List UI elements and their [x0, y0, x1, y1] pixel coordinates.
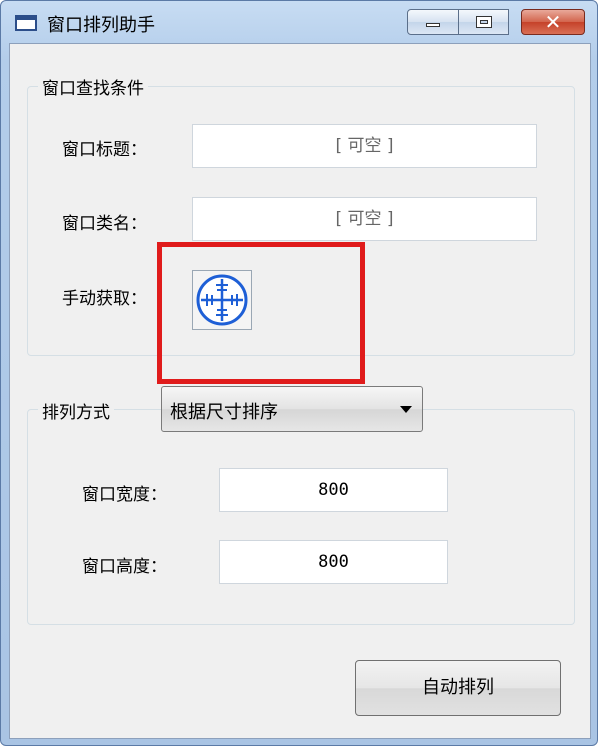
close-icon: ✕ — [544, 10, 562, 34]
arrange-group — [27, 409, 575, 625]
window-height-input[interactable]: 800 — [219, 540, 448, 584]
dropdown-arrow-icon — [400, 406, 412, 413]
window-title-input[interactable]: [ 可空 ] — [192, 124, 537, 168]
minimize-icon — [426, 23, 440, 27]
maximize-icon — [476, 16, 492, 28]
manual-pick-label: 手动获取： — [62, 289, 147, 309]
title-bar[interactable]: 窗口排列助手 ✕ — [1, 1, 599, 43]
arrange-mode-label: 排列方式 — [38, 398, 114, 423]
window-width-label: 窗口宽度： — [82, 485, 167, 505]
auto-arrange-button[interactable]: 自动排列 — [355, 660, 561, 716]
search-criteria-title: 窗口查找条件 — [38, 74, 148, 99]
app-window-icon — [15, 15, 37, 31]
window-class-label: 窗口类名： — [62, 214, 147, 234]
close-button[interactable]: ✕ — [521, 9, 585, 35]
window-title: 窗口排列助手 — [47, 15, 155, 36]
window-class-input[interactable]: [ 可空 ] — [192, 197, 537, 241]
red-highlight-box — [157, 242, 365, 384]
window-width-input[interactable]: 800 — [219, 468, 448, 512]
window-title-label: 窗口标题： — [62, 140, 147, 160]
arrange-mode-value: 根据尺寸排序 — [170, 402, 278, 423]
maximize-button[interactable] — [459, 9, 509, 35]
minimize-button[interactable] — [407, 9, 459, 35]
window-height-label: 窗口高度： — [82, 557, 167, 577]
app-window: 窗口排列助手 ✕ 窗口查找条件 窗口标题： [ 可空 ] 窗口类名： [ 可空 … — [0, 0, 598, 746]
window-client-area: 窗口查找条件 窗口标题： [ 可空 ] 窗口类名： [ 可空 ] 手动获取： 排… — [9, 43, 591, 739]
arrange-mode-select[interactable]: 根据尺寸排序 — [161, 386, 423, 432]
